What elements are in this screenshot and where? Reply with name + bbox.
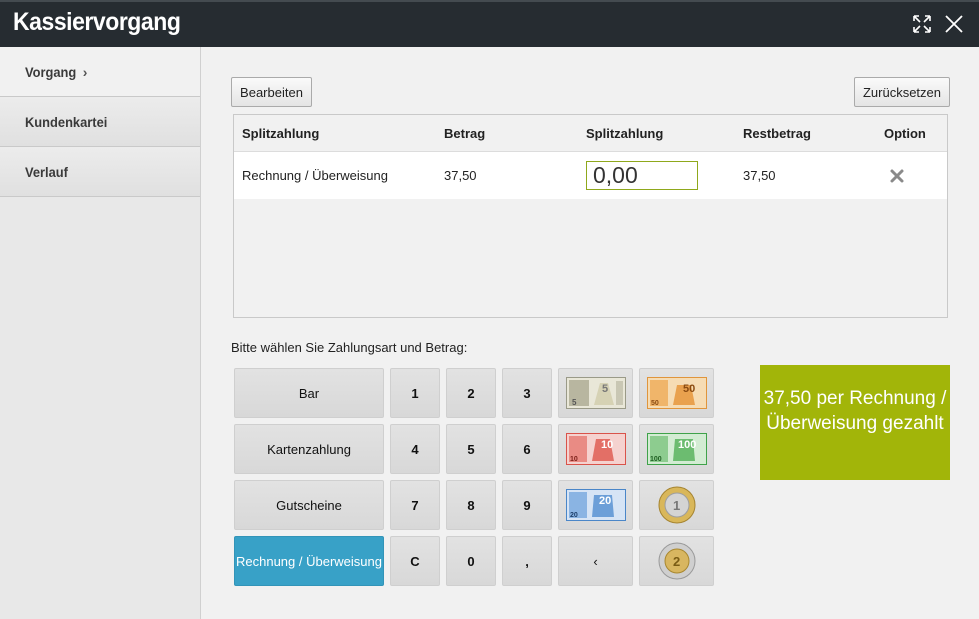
- key-0[interactable]: 0: [446, 536, 496, 586]
- row-method: Rechnung / Überweisung: [242, 168, 388, 183]
- split-amount-input[interactable]: [586, 161, 698, 190]
- close-x-icon[interactable]: [889, 168, 905, 184]
- split-payment-table: Splitzahlung Betrag Splitzahlung Restbet…: [233, 114, 948, 318]
- row-rest: 37,50: [743, 168, 776, 183]
- sidebar-item-label: Vorgang: [25, 63, 77, 80]
- expand-icon[interactable]: [912, 14, 932, 34]
- payment-type-rechnung[interactable]: Rechnung / Überweisung: [234, 536, 384, 586]
- banknote-50-button[interactable]: 50 50: [639, 368, 714, 418]
- column-header-amount: Betrag: [444, 125, 486, 141]
- edit-button[interactable]: Bearbeiten: [231, 77, 312, 107]
- svg-text:10: 10: [601, 439, 613, 451]
- svg-text:20: 20: [570, 512, 578, 519]
- title-bar-top-strip: [0, 0, 979, 2]
- banknote-5-button[interactable]: 5 5: [558, 368, 633, 418]
- sidebar-item-verlauf[interactable]: Verlauf: [0, 147, 200, 197]
- title-bar: Kassiervorgang: [0, 0, 979, 47]
- column-header-rest: Restbetrag: [743, 125, 811, 141]
- key-3[interactable]: 3: [502, 368, 552, 418]
- sidebar-item-label: Verlauf: [25, 163, 68, 180]
- banknote-10-euro-icon: 10 10: [565, 433, 626, 465]
- key-clear[interactable]: C: [390, 536, 440, 586]
- chevron-right-icon: ›: [82, 63, 88, 80]
- banknote-10-button[interactable]: 10 10: [558, 424, 633, 474]
- banknote-100-button[interactable]: 100 100: [639, 424, 714, 474]
- key-9[interactable]: 9: [502, 480, 552, 530]
- key-2[interactable]: 2: [446, 368, 496, 418]
- key-comma[interactable]: ,: [502, 536, 552, 586]
- sidebar: Vorgang › Kundenkartei Verlauf: [0, 47, 201, 619]
- table-header: Splitzahlung Betrag Splitzahlung Restbet…: [234, 115, 947, 152]
- svg-text:50: 50: [683, 383, 695, 395]
- key-6[interactable]: 6: [502, 424, 552, 474]
- svg-text:100: 100: [678, 439, 696, 451]
- svg-text:10: 10: [570, 456, 578, 463]
- key-7[interactable]: 7: [390, 480, 440, 530]
- coin-2-button[interactable]: 2: [639, 536, 714, 586]
- banknote-100-euro-icon: 100 100: [646, 433, 707, 465]
- backspace-button[interactable]: ‹: [558, 536, 633, 586]
- payment-type-gutscheine[interactable]: Gutscheine: [234, 480, 384, 530]
- svg-text:50: 50: [651, 400, 659, 407]
- payment-instruction: Bitte wählen Sie Zahlungsart und Betrag:: [231, 340, 468, 355]
- key-1[interactable]: 1: [390, 368, 440, 418]
- svg-text:1: 1: [673, 498, 680, 513]
- column-header-split: Splitzahlung: [586, 125, 664, 141]
- svg-text:5: 5: [602, 383, 608, 395]
- coin-2-euro-icon: 2: [658, 542, 695, 580]
- column-header-option: Option: [884, 125, 926, 141]
- banknote-20-button[interactable]: 20 20: [558, 480, 633, 530]
- coin-1-button[interactable]: 1: [639, 480, 714, 530]
- banknote-5-euro-icon: 5 5: [565, 377, 626, 409]
- key-5[interactable]: 5: [446, 424, 496, 474]
- window-title: Kassiervorgang: [13, 8, 181, 36]
- sidebar-item-vorgang[interactable]: Vorgang ›: [0, 47, 200, 97]
- sidebar-item-kundenkartei[interactable]: Kundenkartei: [0, 97, 200, 147]
- key-4[interactable]: 4: [390, 424, 440, 474]
- coin-1-euro-icon: 1: [658, 486, 695, 524]
- svg-text:100: 100: [650, 456, 662, 463]
- sidebar-item-label: Kundenkartei: [25, 113, 108, 130]
- key-8[interactable]: 8: [446, 480, 496, 530]
- banknote-20-euro-icon: 20 20: [565, 489, 626, 521]
- reset-button[interactable]: Zurücksetzen: [854, 77, 950, 107]
- payment-type-kartenzahlung[interactable]: Kartenzahlung: [234, 424, 384, 474]
- payment-type-bar[interactable]: Bar: [234, 368, 384, 418]
- svg-text:2: 2: [673, 554, 680, 569]
- banknote-50-euro-icon: 50 50: [646, 377, 707, 409]
- table-row: Rechnung / Überweisung 37,50 37,50: [234, 152, 947, 199]
- svg-text:5: 5: [572, 398, 577, 407]
- close-icon[interactable]: [944, 14, 964, 34]
- column-header-method: Splitzahlung: [242, 125, 320, 141]
- payment-status-panel: 37,50 per Rechnung / Überweisung gezahlt: [760, 365, 950, 480]
- svg-text:20: 20: [599, 495, 611, 507]
- row-amount: 37,50: [444, 168, 477, 183]
